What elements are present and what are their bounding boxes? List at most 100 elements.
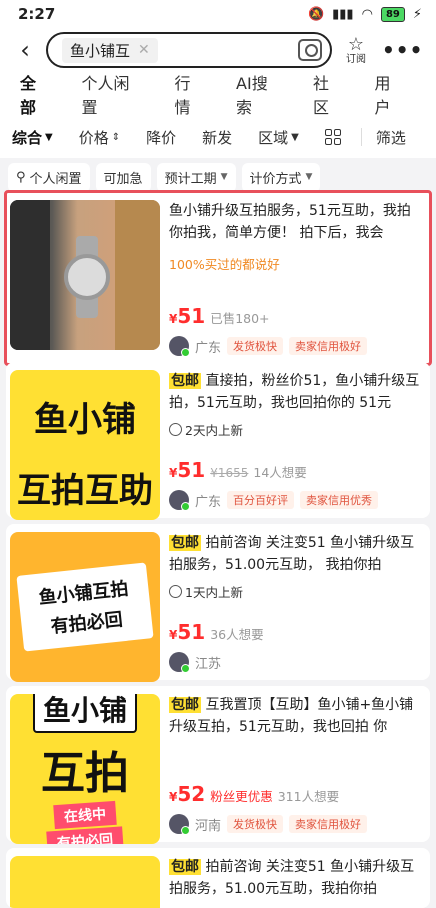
product-title[interactable]: 包邮 拍前咨询 关注变51 鱼小铺升级互拍服务，51.00元互助，我拍你拍 [169, 856, 424, 900]
mute-icon: 🔕 [307, 6, 325, 22]
battery-icon: 89 [380, 6, 405, 22]
subscribe-label: 订阅 [346, 54, 366, 66]
search-box[interactable]: 鱼小铺互 ✕ [46, 32, 332, 68]
sort-comprehensive[interactable]: 综合 ▼ [12, 127, 53, 148]
clock-icon [169, 423, 182, 436]
avatar[interactable] [169, 814, 190, 835]
poster-line: 鱼小铺 [32, 694, 137, 733]
chip-pricing-method[interactable]: 计价方式 ▼ [241, 162, 321, 192]
product-price: ¥51 [169, 304, 206, 328]
badge-credit: 卖家信用极好 [289, 337, 368, 355]
wifi-icon: ◠ [361, 6, 373, 22]
star-plus-icon: ☆ [347, 33, 365, 55]
sort-price-drop-label: 降价 [146, 128, 177, 147]
avatar[interactable] [169, 336, 190, 357]
product-card[interactable]: 包邮 拍前咨询 关注变51 鱼小铺升级互拍服务，51.00元互助，我拍你拍 [6, 848, 430, 908]
badge-good-review: 百分百好评 [227, 491, 295, 509]
back-button[interactable]: ‹ [12, 35, 38, 65]
avatar[interactable] [169, 652, 190, 673]
sort-updown-icon: ⇕ [111, 131, 121, 143]
chevron-down-icon: ▼ [305, 172, 313, 182]
clock-icon [169, 585, 182, 598]
tab-users[interactable]: 用户 [374, 70, 406, 118]
poster-line: 互拍互助 [17, 471, 153, 511]
free-shipping-tag: 包邮 [169, 859, 201, 875]
camera-icon[interactable] [298, 39, 322, 61]
sort-price-drop[interactable]: 降价 [146, 127, 176, 148]
poster-line: 互拍 [41, 748, 129, 799]
more-options-icon[interactable]: ••• [382, 38, 423, 62]
want-count: 14人想要 [253, 465, 307, 480]
sort-newest-label: 新发 [202, 128, 233, 147]
tab-personal-idle[interactable]: 个人闲置 [82, 70, 145, 118]
badge-credit: 卖家信用优秀 [300, 491, 379, 509]
product-card[interactable]: 鱼小铺 互拍互助 包邮 直接拍，粉丝价51，鱼小铺升级互拍，51元互助，我也回拍… [6, 362, 430, 520]
person-search-icon: ⚲ [16, 169, 26, 185]
poster-line: 在线中 [53, 800, 117, 830]
product-image[interactable] [10, 856, 160, 908]
product-image[interactable]: 鱼小铺互拍 有拍必回 [10, 532, 160, 682]
status-bar: 2:27 🔕 ▮▮▮ ◠ 89 ⚡ [0, 0, 436, 28]
chevron-down-icon: ▼ [220, 172, 228, 182]
subscribe-button[interactable]: ☆ 订阅 [346, 33, 366, 66]
poster-line: 有拍必回 [46, 826, 124, 844]
sold-count: 已售180+ [210, 311, 270, 326]
badge-fast-ship: 发货极快 [227, 337, 284, 355]
tab-community[interactable]: 社区 [313, 70, 345, 118]
product-image[interactable] [10, 200, 160, 350]
new-time-tag: 2天内上新 [169, 420, 424, 439]
sort-comprehensive-label: 综合 [12, 128, 43, 147]
grid-view-icon[interactable] [324, 129, 341, 145]
product-title[interactable]: 包邮 互我置顶【互助】鱼小铺+鱼小铺升级互拍，51元互助，我也回拍 你 [169, 694, 424, 738]
tab-market[interactable]: 行情 [175, 70, 207, 118]
chevron-down-icon: ▼ [45, 131, 53, 143]
product-title[interactable]: 鱼小铺升级互拍服务，51元互助，我拍你拍我，简单方便！ 拍下后，我会 [169, 200, 424, 244]
product-price: ¥52 [169, 782, 206, 806]
price-row: ¥51 ¥1655 14人想要 [169, 458, 424, 482]
free-shipping-tag: 包邮 [169, 535, 201, 551]
seller-row: 河南 发货极快 卖家信用极好 [169, 814, 424, 835]
product-card[interactable]: 鱼小铺互拍 有拍必回 包邮 拍前咨询 关注变51 鱼小铺升级互拍服务，51.00… [6, 524, 430, 682]
seller-row: 广东 发货极快 卖家信用极好 [169, 336, 424, 357]
badge-fast-ship: 发货极快 [227, 815, 284, 833]
promo-text: 粉丝更优惠 [210, 789, 273, 804]
product-title-text: 互我置顶【互助】鱼小铺+鱼小铺升级互拍，51元互助，我也回拍 你 [169, 697, 414, 735]
product-price: ¥51 [169, 458, 206, 482]
free-shipping-tag: 包邮 [169, 697, 201, 713]
product-title-text: 直接拍，粉丝价51，鱼小铺升级互拍，51元互助，我也回拍你的 51元 [169, 373, 420, 411]
tab-ai-search[interactable]: AI搜索 [236, 70, 283, 118]
clear-query-icon[interactable]: ✕ [138, 42, 150, 58]
price-row: ¥52 粉丝更优惠 311人想要 [169, 782, 424, 806]
sort-newest[interactable]: 新发 [202, 127, 232, 148]
price-row: ¥51 36人想要 [169, 620, 424, 644]
category-tabs: 全部 个人闲置 行情 AI搜索 社区 用户 [0, 70, 436, 121]
product-card[interactable]: 鱼小铺升级互拍服务，51元互助，我拍你拍我，简单方便！ 拍下后，我会 100%买… [4, 190, 432, 366]
product-image[interactable]: 鱼小铺 互拍 在线中 有拍必回 [10, 694, 160, 844]
tab-all[interactable]: 全部 [20, 70, 52, 121]
search-query-chip[interactable]: 鱼小铺互 ✕ [62, 37, 158, 63]
chip-urgent[interactable]: 可加急 [95, 162, 151, 192]
product-price: ¥51 [169, 620, 206, 644]
want-count: 311人想要 [277, 789, 340, 804]
product-card[interactable]: 鱼小铺 互拍 在线中 有拍必回 包邮 互我置顶【互助】鱼小铺+鱼小铺升级互拍，5… [6, 686, 430, 844]
search-query-text: 鱼小铺互 [70, 41, 131, 60]
product-title[interactable]: 包邮 直接拍，粉丝价51，鱼小铺升级互拍，51元互助，我也回拍你的 51元 [169, 370, 424, 414]
want-count: 36人想要 [210, 627, 264, 642]
seller-region: 广东 [195, 494, 222, 510]
product-title[interactable]: 包邮 拍前咨询 关注变51 鱼小铺升级互拍服务，51.00元互助， 我拍你拍 [169, 532, 424, 576]
status-time: 2:27 [18, 5, 56, 23]
chip-personal-idle[interactable]: ⚲ 个人闲置 [8, 162, 90, 192]
filter-button[interactable]: 筛选 [376, 127, 406, 148]
avatar[interactable] [169, 490, 190, 511]
sort-region[interactable]: 区域 ▼ [258, 127, 299, 148]
original-price: ¥1655 [210, 466, 249, 480]
product-subline: 100%买过的都说好 [169, 257, 280, 272]
sort-price[interactable]: 价格 ⇕ [79, 127, 120, 148]
chevron-left-icon: ‹ [20, 36, 30, 64]
chip-estimated-period[interactable]: 预计工期 ▼ [156, 162, 236, 192]
product-image[interactable]: 鱼小铺 互拍互助 [10, 370, 160, 520]
chip-label: 个人闲置 [29, 171, 82, 187]
seller-row: 广东 百分百好评 卖家信用优秀 [169, 490, 424, 511]
filter-chips: ⚲ 个人闲置 可加急 预计工期 ▼ 计价方式 ▼ [0, 162, 436, 192]
new-time-tag: 1天内上新 [169, 582, 424, 601]
